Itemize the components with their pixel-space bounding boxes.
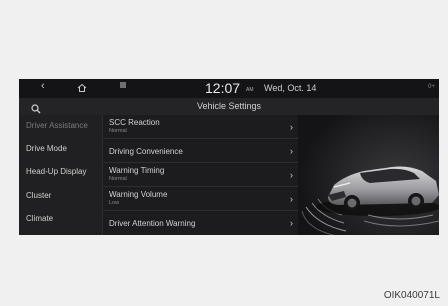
sidebar-item-driver-assistance[interactable]: Driver Assistance xyxy=(26,121,88,130)
setting-row-warning-timing[interactable]: Warning Timing Normal › xyxy=(103,163,299,187)
infotainment-screen: ‹ 12:07 AM Wed, Oct. 14 0+ Vehicle Setti… xyxy=(19,79,439,235)
clock-time: 12:07 xyxy=(205,80,241,96)
chevron-right-icon: › xyxy=(290,170,293,180)
title-bar: Vehicle Settings xyxy=(19,98,439,115)
clock-ampm: AM xyxy=(246,87,254,93)
clock-date: Wed, Oct. 14 xyxy=(264,83,317,93)
vehicle-illustration xyxy=(298,115,439,235)
chevron-right-icon: › xyxy=(290,218,293,228)
chevron-right-icon: › xyxy=(290,146,293,156)
settings-list: SCC Reaction Normal › Driving Convenienc… xyxy=(102,115,299,235)
car-image xyxy=(298,115,439,235)
status-indicator: 0+ xyxy=(428,84,435,90)
chevron-right-icon: › xyxy=(290,122,293,132)
setting-row-scc-reaction[interactable]: SCC Reaction Normal › xyxy=(103,115,299,139)
setting-row-driving-convenience[interactable]: Driving Convenience › xyxy=(103,139,299,163)
setting-row-driver-attention-warning[interactable]: Driver Attention Warning › xyxy=(103,211,299,235)
chevron-left-icon[interactable]: ‹ xyxy=(41,80,45,92)
setting-label: Warning Volume xyxy=(109,190,168,199)
setting-value: Low xyxy=(109,200,120,206)
sidebar-item-cluster[interactable]: Cluster xyxy=(26,191,51,200)
sidebar-item-climate[interactable]: Climate xyxy=(26,214,53,223)
sidebar-item-head-up-display[interactable]: Head-Up Display xyxy=(26,167,86,176)
menu-icon[interactable] xyxy=(119,81,127,92)
home-icon[interactable] xyxy=(77,83,87,93)
setting-value: Normal xyxy=(109,176,127,182)
setting-label: Driving Convenience xyxy=(109,147,183,156)
setting-value: Normal xyxy=(109,128,127,134)
image-code-caption: OIK040071L xyxy=(383,290,440,301)
page-title: Vehicle Settings xyxy=(196,101,262,111)
sidebar-item-drive-mode[interactable]: Drive Mode xyxy=(26,144,67,153)
sidebar: Driver Assistance Drive Mode Head-Up Dis… xyxy=(19,115,102,235)
setting-row-warning-volume[interactable]: Warning Volume Low › xyxy=(103,187,299,211)
setting-label: SCC Reaction xyxy=(109,118,160,127)
chevron-right-icon: › xyxy=(290,194,293,204)
setting-label: Warning Timing xyxy=(109,166,165,175)
status-bar: ‹ 12:07 AM Wed, Oct. 14 0+ xyxy=(19,79,439,98)
setting-label: Driver Attention Warning xyxy=(109,219,196,228)
